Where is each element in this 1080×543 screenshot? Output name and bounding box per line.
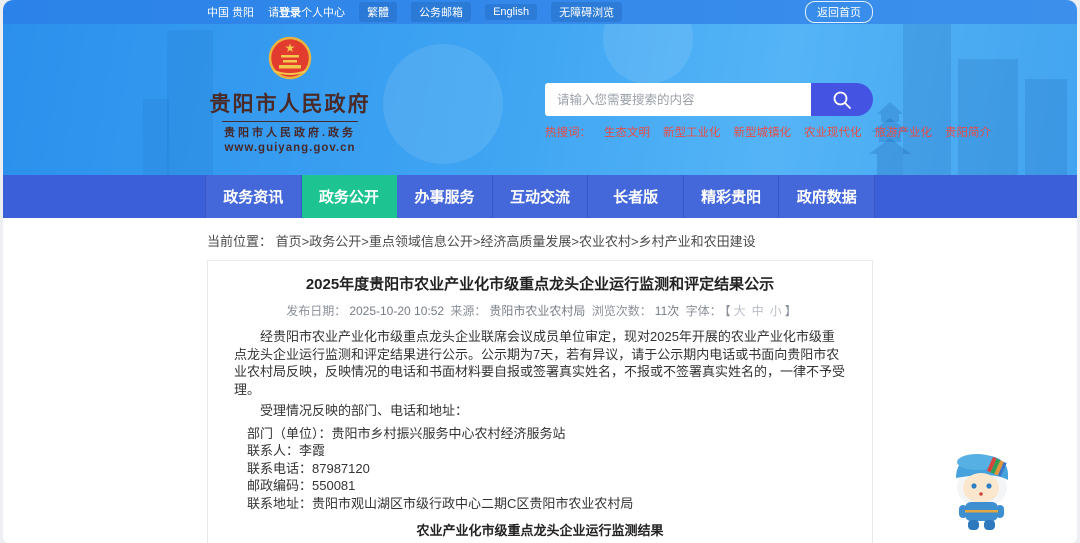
- hot-word[interactable]: 旅游产业化: [875, 124, 933, 140]
- article-meta: 发布日期： 2025-10-20 10:52 来源： 贵阳市农业农村局 浏览次数： 1…: [234, 302, 846, 319]
- hot-word[interactable]: 新型工业化: [663, 124, 721, 140]
- font-size-small-button[interactable]: 小: [770, 304, 782, 318]
- accessibility-link[interactable]: 无障碍浏览: [551, 2, 623, 22]
- skyline-building: [958, 59, 1018, 175]
- site-name: 贵阳市人民政府: [209, 93, 371, 116]
- region-label: 中国 贵阳: [207, 7, 255, 19]
- contact-details: 部门（单位）：贵阳市乡村振兴服务中心农村经济服务站 联系人：李霞 联系电话：87…: [234, 425, 846, 513]
- search-button[interactable]: [811, 83, 873, 116]
- mascot[interactable]: [949, 447, 1015, 533]
- publish-date-label: 发布日期：: [286, 304, 347, 318]
- hot-word[interactable]: 新型城镇化: [734, 124, 792, 140]
- breadcrumb-label: 当前位置：: [207, 234, 273, 249]
- main-nav: 政务资讯 政务公开 办事服务 互动交流 长者版 精彩贵阳 政府数据: [3, 175, 1077, 218]
- official-mail-link[interactable]: 公务邮箱: [411, 2, 472, 22]
- bracket: 【: [724, 304, 731, 318]
- content-area: 当前位置： 首页>政务公开>重点领域信息公开>经济高质量发展>农业农村>乡村产业…: [3, 218, 1077, 543]
- source: 贵阳市农业农村局: [489, 304, 586, 318]
- hot-word[interactable]: 农业现代化: [804, 124, 862, 140]
- views-label: 浏览次数：: [591, 304, 652, 318]
- site-window: 中国 贵阳 请登录个人中心 繁體 公务邮箱 English 无障碍浏览 返回首页: [3, 0, 1077, 543]
- skyline-building: [143, 99, 169, 175]
- article-paragraph: 受理情况反映的部门、电话和地址：: [260, 403, 469, 418]
- detail-address: 联系地址：贵阳市观山湖区市级行政中心二期C区贵阳市农业农村局: [247, 495, 634, 511]
- search-icon: [833, 91, 851, 109]
- bracket: 】: [784, 304, 797, 318]
- nav-item-jcgy[interactable]: 精彩贵阳: [683, 175, 780, 218]
- logo-divider: [222, 121, 358, 122]
- font-size-label: 字体：: [685, 304, 722, 318]
- article-title: 2025年度贵阳市农业产业化市级重点龙头企业运行监测和评定结果公示: [305, 276, 775, 293]
- search-block: 热搜词： 生态文明 新型工业化 新型城镇化 农业现代化 旅游产业化 贵阳简介: [545, 83, 991, 140]
- source-label: 来源：: [450, 304, 487, 318]
- font-size-large-button[interactable]: 大: [734, 304, 746, 318]
- table-caption: 农业产业化市级重点龙头企业运行监测结果: [416, 523, 664, 538]
- hot-search-words: 热搜词： 生态文明 新型工业化 新型城镇化 农业现代化 旅游产业化 贵阳简介: [545, 124, 991, 140]
- breadcrumb: 当前位置： 首页>政务公开>重点领域信息公开>经济高质量发展>农业农村>乡村产业…: [207, 231, 873, 250]
- login-strong[interactable]: 登录: [279, 7, 301, 19]
- nav-item-zzb[interactable]: 长者版: [588, 175, 684, 218]
- site-logo[interactable]: ★ 贵阳市人民政府 贵阳市人民政府.政务 www.guiyang.gov.cn: [207, 35, 373, 154]
- detail-department: 部门（单位）：贵阳市乡村振兴服务中心农村经济服务站: [247, 425, 566, 441]
- top-utility-bar: 中国 贵阳 请登录个人中心 繁體 公务邮箱 English 无障碍浏览 返回首页: [3, 0, 1077, 24]
- back-home-button[interactable]: 返回首页: [805, 1, 873, 23]
- search-input[interactable]: [545, 83, 811, 116]
- nav-item-zfsj[interactable]: 政府数据: [779, 175, 876, 218]
- login-link[interactable]: 请登录个人中心: [268, 4, 345, 20]
- breadcrumb-path[interactable]: 首页>政务公开>重点领域信息公开>经济高质量发展>农业农村>乡村产业和农田建设: [276, 234, 756, 249]
- skyline-building: [1025, 79, 1067, 175]
- nav-item-zwgk[interactable]: 政务公开: [301, 175, 398, 218]
- english-link[interactable]: English: [485, 4, 538, 20]
- hot-words-label: 热搜词：: [545, 127, 591, 139]
- nav-item-hdjl[interactable]: 互动交流: [492, 175, 589, 218]
- nav-item-bsfw[interactable]: 办事服务: [397, 175, 493, 218]
- publish-date: 2025-10-20 10:52: [349, 304, 445, 318]
- national-emblem-icon: ★: [268, 36, 312, 80]
- nav-item-zwzx[interactable]: 政务资讯: [205, 175, 302, 218]
- site-url: www.guiyang.gov.cn: [224, 142, 356, 154]
- article-card: 2025年度贵阳市农业产业化市级重点龙头企业运行监测和评定结果公示 发布日期： 2…: [207, 260, 873, 543]
- svg-text:★: ★: [285, 41, 296, 55]
- views-count: 11次: [654, 304, 680, 318]
- detail-phone: 联系电话：87987120: [247, 460, 370, 476]
- detail-contact-person: 联系人：李霞: [247, 443, 326, 458]
- traditional-chinese-link[interactable]: 繁體: [359, 2, 398, 22]
- detail-postcode: 邮政编码：550081: [247, 478, 356, 493]
- article-paragraph: 经贵阳市农业产业化市级重点龙头企业联席会议成员单位审定，现对2025年开展的农业…: [234, 329, 846, 397]
- font-size-medium-button[interactable]: 中: [752, 304, 764, 318]
- hot-word[interactable]: 生态文明: [604, 124, 650, 140]
- hot-word[interactable]: 贵阳简介: [945, 124, 991, 140]
- header-banner: ★ 贵阳市人民政府 贵阳市人民政府.政务 www.guiyang.gov.cn: [3, 24, 1077, 175]
- site-subtitle: 贵阳市人民政府.政务: [223, 127, 357, 139]
